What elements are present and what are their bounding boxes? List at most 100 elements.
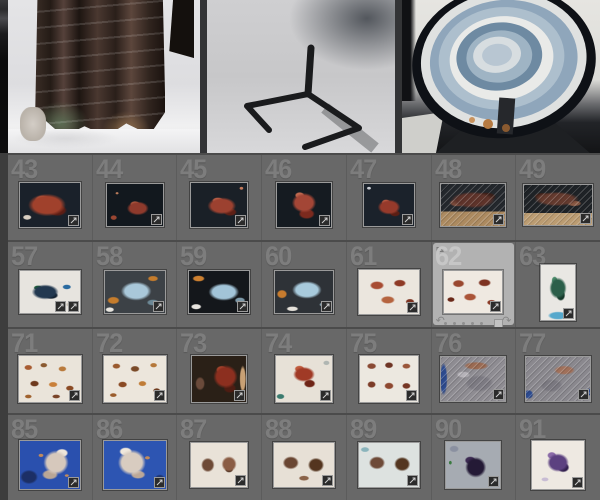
photo-badge-icon[interactable] — [578, 388, 590, 400]
photo-badge-icon[interactable] — [401, 214, 413, 225]
grid-cell[interactable]: 60 — [262, 241, 347, 327]
rating-dot[interactable] — [479, 321, 483, 325]
grid-cell[interactable]: 86 — [93, 415, 178, 500]
photo-thumbnail[interactable] — [18, 269, 81, 314]
grid-cell[interactable]: 63 — [516, 242, 600, 327]
photo-thumbnail[interactable] — [525, 355, 592, 402]
photo-badge-icon[interactable] — [67, 477, 79, 489]
photo-thumbnail[interactable] — [191, 354, 248, 403]
photo-thumbnail[interactable] — [102, 354, 167, 403]
grid-cell[interactable]: 71 — [8, 328, 93, 414]
preview-photo-smoky-quartz[interactable] — [8, 0, 200, 153]
rating-dot[interactable] — [470, 321, 474, 325]
photo-badge-icon[interactable] — [152, 300, 164, 312]
grid-cell[interactable]: 77 — [516, 329, 600, 414]
grid-cell[interactable]: 62 ↶ ↷ — [432, 241, 517, 327]
grid-cell[interactable]: 90 — [432, 415, 517, 500]
photo-badge-icon[interactable] — [580, 213, 592, 224]
photo-badge-icon[interactable] — [405, 389, 417, 401]
photo-thumbnail[interactable] — [362, 183, 415, 227]
preview-photo-amethyst[interactable] — [207, 0, 395, 153]
grid-cell[interactable]: 72 — [93, 328, 178, 414]
photo-badge-icon[interactable] — [235, 215, 247, 226]
photo-badge-icon[interactable] — [322, 475, 334, 487]
preview-photo-agate-slice[interactable] — [402, 0, 600, 153]
grid-cell[interactable]: 88 — [262, 415, 347, 500]
grid-cell[interactable]: 74 — [262, 328, 347, 414]
photo-index-number: 91 — [519, 415, 546, 445]
photo-badge-icon[interactable] — [68, 389, 80, 401]
grid-cell[interactable]: 43 — [8, 155, 93, 240]
photo-thumbnail[interactable] — [188, 269, 251, 314]
photo-thumbnail[interactable] — [357, 268, 420, 315]
rotate-left-icon[interactable]: ↶ — [436, 315, 445, 326]
photo-badge-icon[interactable] — [153, 389, 165, 401]
photo-badge-icon[interactable] — [563, 307, 575, 319]
photo-badge-icon[interactable] — [320, 389, 332, 401]
photo-thumbnail[interactable] — [523, 184, 594, 226]
photo-thumbnail[interactable] — [105, 183, 164, 227]
photo-thumbnail[interactable] — [440, 183, 507, 227]
grid-cell[interactable]: 49 — [516, 155, 600, 240]
photo-badge-icon[interactable] — [235, 475, 247, 487]
grid-cell[interactable]: 58 — [93, 241, 178, 327]
grid-cell[interactable]: 87 — [177, 415, 263, 500]
photo-thumbnail[interactable] — [445, 441, 502, 490]
photo-badge-icon[interactable] — [490, 300, 502, 312]
photo-badge-icon[interactable] — [237, 300, 249, 312]
photo-badge-icon[interactable] — [67, 300, 79, 312]
grid-cell[interactable]: 91 — [516, 415, 600, 500]
rotate-right-icon[interactable]: ↷ — [502, 315, 511, 326]
grid-cell[interactable]: 46 — [262, 155, 347, 240]
photo-thumbnail[interactable] — [190, 182, 249, 228]
photo-badge-icon[interactable] — [488, 476, 500, 488]
grid-cell[interactable]: 89 — [347, 415, 432, 500]
photo-thumbnail[interactable] — [358, 354, 419, 403]
grid-cell[interactable]: 61 — [347, 241, 432, 327]
grid-cell[interactable]: 48 — [432, 155, 517, 240]
photo-badge-icon[interactable] — [406, 475, 418, 487]
grid-cell[interactable]: 45 — [177, 155, 263, 240]
rating-dot[interactable] — [461, 321, 465, 325]
photo-badge-icon[interactable] — [67, 215, 79, 226]
photo-badge-icon[interactable] — [493, 388, 505, 400]
photo-thumbnail[interactable] — [102, 440, 167, 491]
rating-dot[interactable] — [452, 321, 456, 325]
grid-cell[interactable]: 73 — [177, 328, 263, 414]
photo-badge-icon[interactable] — [54, 300, 66, 312]
smoky-quartz-crystal — [34, 0, 166, 137]
photo-thumbnail[interactable] — [18, 440, 81, 491]
photo-thumbnail[interactable] — [276, 182, 333, 228]
photo-thumbnail[interactable] — [18, 182, 81, 228]
photo-badge-icon[interactable] — [572, 477, 584, 489]
photo-thumbnail[interactable] — [17, 354, 82, 403]
photo-badge-icon[interactable] — [321, 300, 333, 312]
photo-thumbnail[interactable] — [540, 263, 577, 321]
grid-cell[interactable]: 47 — [347, 155, 432, 240]
photo-badge-icon[interactable] — [234, 389, 246, 401]
grid-row: 57 58 59 60 61 62 ↶ ↷ 63 — [8, 239, 600, 327]
photo-badge-icon[interactable] — [406, 301, 418, 313]
photo-badge-icon[interactable] — [319, 215, 331, 226]
photo-thumbnail[interactable] — [273, 442, 336, 489]
grid-cell[interactable]: 76 — [432, 328, 517, 414]
photo-thumbnail[interactable] — [443, 269, 504, 314]
photo-badge-icon[interactable] — [153, 477, 165, 489]
grid-cell[interactable]: 44 — [93, 155, 178, 240]
photo-thumbnail[interactable] — [531, 440, 586, 491]
photo-index-number: 71 — [11, 328, 38, 358]
photo-thumbnail[interactable] — [190, 442, 249, 489]
photo-thumbnail[interactable] — [440, 355, 507, 402]
photo-thumbnail[interactable] — [275, 354, 334, 403]
grid-cell[interactable]: 59 — [177, 241, 263, 327]
photo-badge-icon[interactable] — [150, 214, 162, 225]
grid-cell[interactable]: 57 — [8, 241, 93, 327]
photo-thumbnail[interactable] — [274, 269, 335, 314]
photo-thumbnail[interactable] — [103, 269, 166, 314]
photo-thumbnail[interactable] — [357, 442, 420, 489]
grid-cell[interactable]: 75 — [347, 328, 432, 414]
photo-index-number: 90 — [434, 415, 462, 445]
rating-dots[interactable] — [443, 321, 483, 325]
photo-badge-icon[interactable] — [493, 214, 505, 225]
grid-cell[interactable]: 85 — [8, 415, 93, 500]
